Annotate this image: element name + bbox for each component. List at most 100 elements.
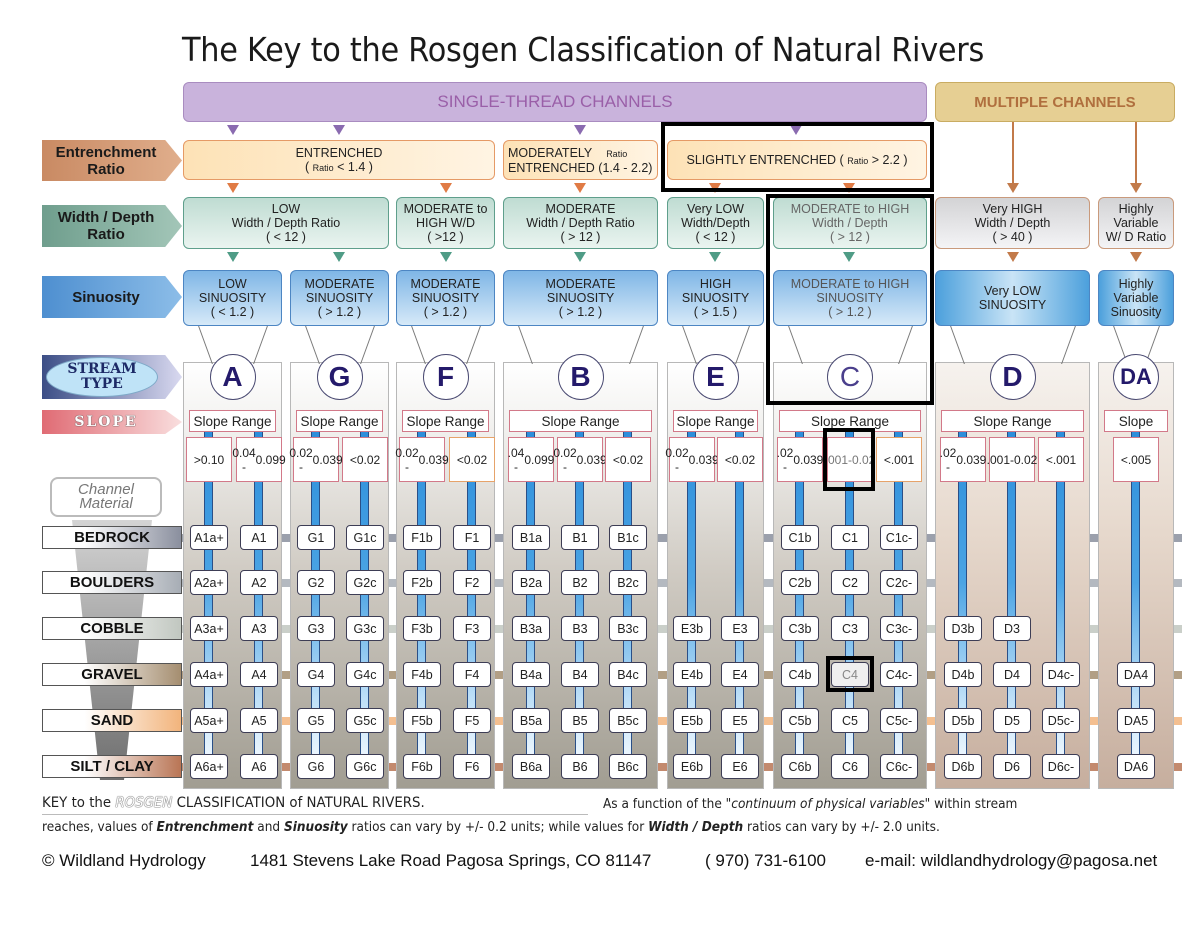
stream-type-cell[interactable]: G2: [297, 570, 335, 595]
stream-type-cell[interactable]: F3: [453, 616, 491, 641]
stream-type-cell[interactable]: A4a+: [190, 662, 228, 687]
stream-type-cell[interactable]: DA6: [1117, 754, 1155, 779]
stream-type-cell[interactable]: C5b: [781, 708, 819, 733]
stream-type-cell[interactable]: D6b: [944, 754, 982, 779]
stream-type-cell[interactable]: C4c-: [880, 662, 918, 687]
footer-email[interactable]: e-mail: wildlandhydrology@pagosa.net: [865, 851, 1157, 871]
stream-type-cell[interactable]: B4: [561, 662, 599, 687]
stream-type-cell[interactable]: C3b: [781, 616, 819, 641]
stream-type-cell[interactable]: B3a: [512, 616, 550, 641]
stream-type-cell[interactable]: A2: [240, 570, 278, 595]
stream-type-cell[interactable]: B6a: [512, 754, 550, 779]
stream-type-cell[interactable]: B1c: [609, 525, 647, 550]
stream-type-cell[interactable]: DA4: [1117, 662, 1155, 687]
stream-type-cell[interactable]: C3: [831, 616, 869, 641]
stream-type-cell[interactable]: G5c: [346, 708, 384, 733]
stream-type-cell[interactable]: C1c-: [880, 525, 918, 550]
stream-type-cell[interactable]: B2a: [512, 570, 550, 595]
stream-type-cell[interactable]: F4b: [403, 662, 441, 687]
stream-type-cell[interactable]: E6: [721, 754, 759, 779]
stream-type-cell[interactable]: C2c-: [880, 570, 918, 595]
stream-type-cell[interactable]: A5: [240, 708, 278, 733]
stream-type-cell[interactable]: E5b: [673, 708, 711, 733]
slope-label: SLOPE: [42, 410, 182, 434]
stream-type-cell[interactable]: E3: [721, 616, 759, 641]
stream-type-cell[interactable]: D4c-: [1042, 662, 1080, 687]
stream-type-cell[interactable]: G3: [297, 616, 335, 641]
stream-type-cell[interactable]: D5: [993, 708, 1031, 733]
stream-type-cell[interactable]: G1c: [346, 525, 384, 550]
stream-type-cell[interactable]: B6: [561, 754, 599, 779]
stream-type-cell[interactable]: A6a+: [190, 754, 228, 779]
stream-type-cell[interactable]: D3b: [944, 616, 982, 641]
stream-type-cell[interactable]: B3c: [609, 616, 647, 641]
stream-type-cell[interactable]: B6c: [609, 754, 647, 779]
stream-type-cell[interactable]: C2: [831, 570, 869, 595]
stream-type-cell[interactable]: C2b: [781, 570, 819, 595]
stream-type-cell[interactable]: E3b: [673, 616, 711, 641]
stream-type-cell[interactable]: D4b: [944, 662, 982, 687]
stream-type-cell[interactable]: G4: [297, 662, 335, 687]
stream-type-cell[interactable]: E4b: [673, 662, 711, 687]
stream-type-cell[interactable]: A3a+: [190, 616, 228, 641]
connector-line: [1061, 326, 1076, 364]
stream-type-cell[interactable]: E5: [721, 708, 759, 733]
stream-type-cell[interactable]: A1: [240, 525, 278, 550]
stream-type-cell[interactable]: A5a+: [190, 708, 228, 733]
stream-type-cell[interactable]: F5: [453, 708, 491, 733]
stream-type-cell[interactable]: C6b: [781, 754, 819, 779]
connector-line: [735, 326, 750, 364]
stream-type-cell[interactable]: B5: [561, 708, 599, 733]
stream-type-cell[interactable]: B5c: [609, 708, 647, 733]
stream-type-cell[interactable]: B4c: [609, 662, 647, 687]
stream-type-cell[interactable]: B5a: [512, 708, 550, 733]
stream-type-cell[interactable]: C5c-: [880, 708, 918, 733]
stream-type-cell[interactable]: D4: [993, 662, 1031, 687]
stream-type-cell[interactable]: F1b: [403, 525, 441, 550]
stream-type-cell[interactable]: C1: [831, 525, 869, 550]
stream-type-cell[interactable]: B1: [561, 525, 599, 550]
stream-type-cell[interactable]: G2c: [346, 570, 384, 595]
stream-type-cell[interactable]: F2b: [403, 570, 441, 595]
stream-type-cell[interactable]: D6: [993, 754, 1031, 779]
stream-type-cell[interactable]: C4b: [781, 662, 819, 687]
stream-type-cell[interactable]: C1b: [781, 525, 819, 550]
stream-type-cell[interactable]: A4: [240, 662, 278, 687]
stream-type-cell[interactable]: DA5: [1117, 708, 1155, 733]
stream-type-cell[interactable]: F5b: [403, 708, 441, 733]
stream-type-cell[interactable]: F3b: [403, 616, 441, 641]
connector-line: [305, 326, 320, 364]
stream-type-cell[interactable]: G6: [297, 754, 335, 779]
stream-type-cell[interactable]: C5: [831, 708, 869, 733]
stream-type-cell[interactable]: G1: [297, 525, 335, 550]
slope-range-header: Slope Range: [509, 410, 652, 432]
stream-type-cell[interactable]: F1: [453, 525, 491, 550]
stream-type-cell[interactable]: A6: [240, 754, 278, 779]
stream-type-cell[interactable]: C6: [831, 754, 869, 779]
stream-type-cell[interactable]: G5: [297, 708, 335, 733]
stream-type-cell[interactable]: D5c-: [1042, 708, 1080, 733]
stream-type-cell[interactable]: F6b: [403, 754, 441, 779]
stream-type-cell[interactable]: E6b: [673, 754, 711, 779]
stream-type-letter-b: B: [557, 354, 604, 400]
stream-type-cell[interactable]: D3: [993, 616, 1031, 641]
stream-type-cell[interactable]: B2c: [609, 570, 647, 595]
stream-type-cell[interactable]: F6: [453, 754, 491, 779]
stream-type-cell[interactable]: D5b: [944, 708, 982, 733]
stream-type-cell[interactable]: A1a+: [190, 525, 228, 550]
stream-type-cell[interactable]: F4: [453, 662, 491, 687]
stream-type-cell[interactable]: G4c: [346, 662, 384, 687]
stream-type-cell[interactable]: B4a: [512, 662, 550, 687]
stream-type-cell[interactable]: D6c-: [1042, 754, 1080, 779]
stream-type-cell[interactable]: A2a+: [190, 570, 228, 595]
stream-type-cell[interactable]: E4: [721, 662, 759, 687]
stream-type-cell[interactable]: B3: [561, 616, 599, 641]
stream-type-cell[interactable]: B2: [561, 570, 599, 595]
stream-type-cell[interactable]: A3: [240, 616, 278, 641]
stream-type-cell[interactable]: C3c-: [880, 616, 918, 641]
stream-type-cell[interactable]: G6c: [346, 754, 384, 779]
stream-type-cell[interactable]: F2: [453, 570, 491, 595]
stream-type-cell[interactable]: B1a: [512, 525, 550, 550]
stream-type-cell[interactable]: G3c: [346, 616, 384, 641]
stream-type-cell[interactable]: C6c-: [880, 754, 918, 779]
